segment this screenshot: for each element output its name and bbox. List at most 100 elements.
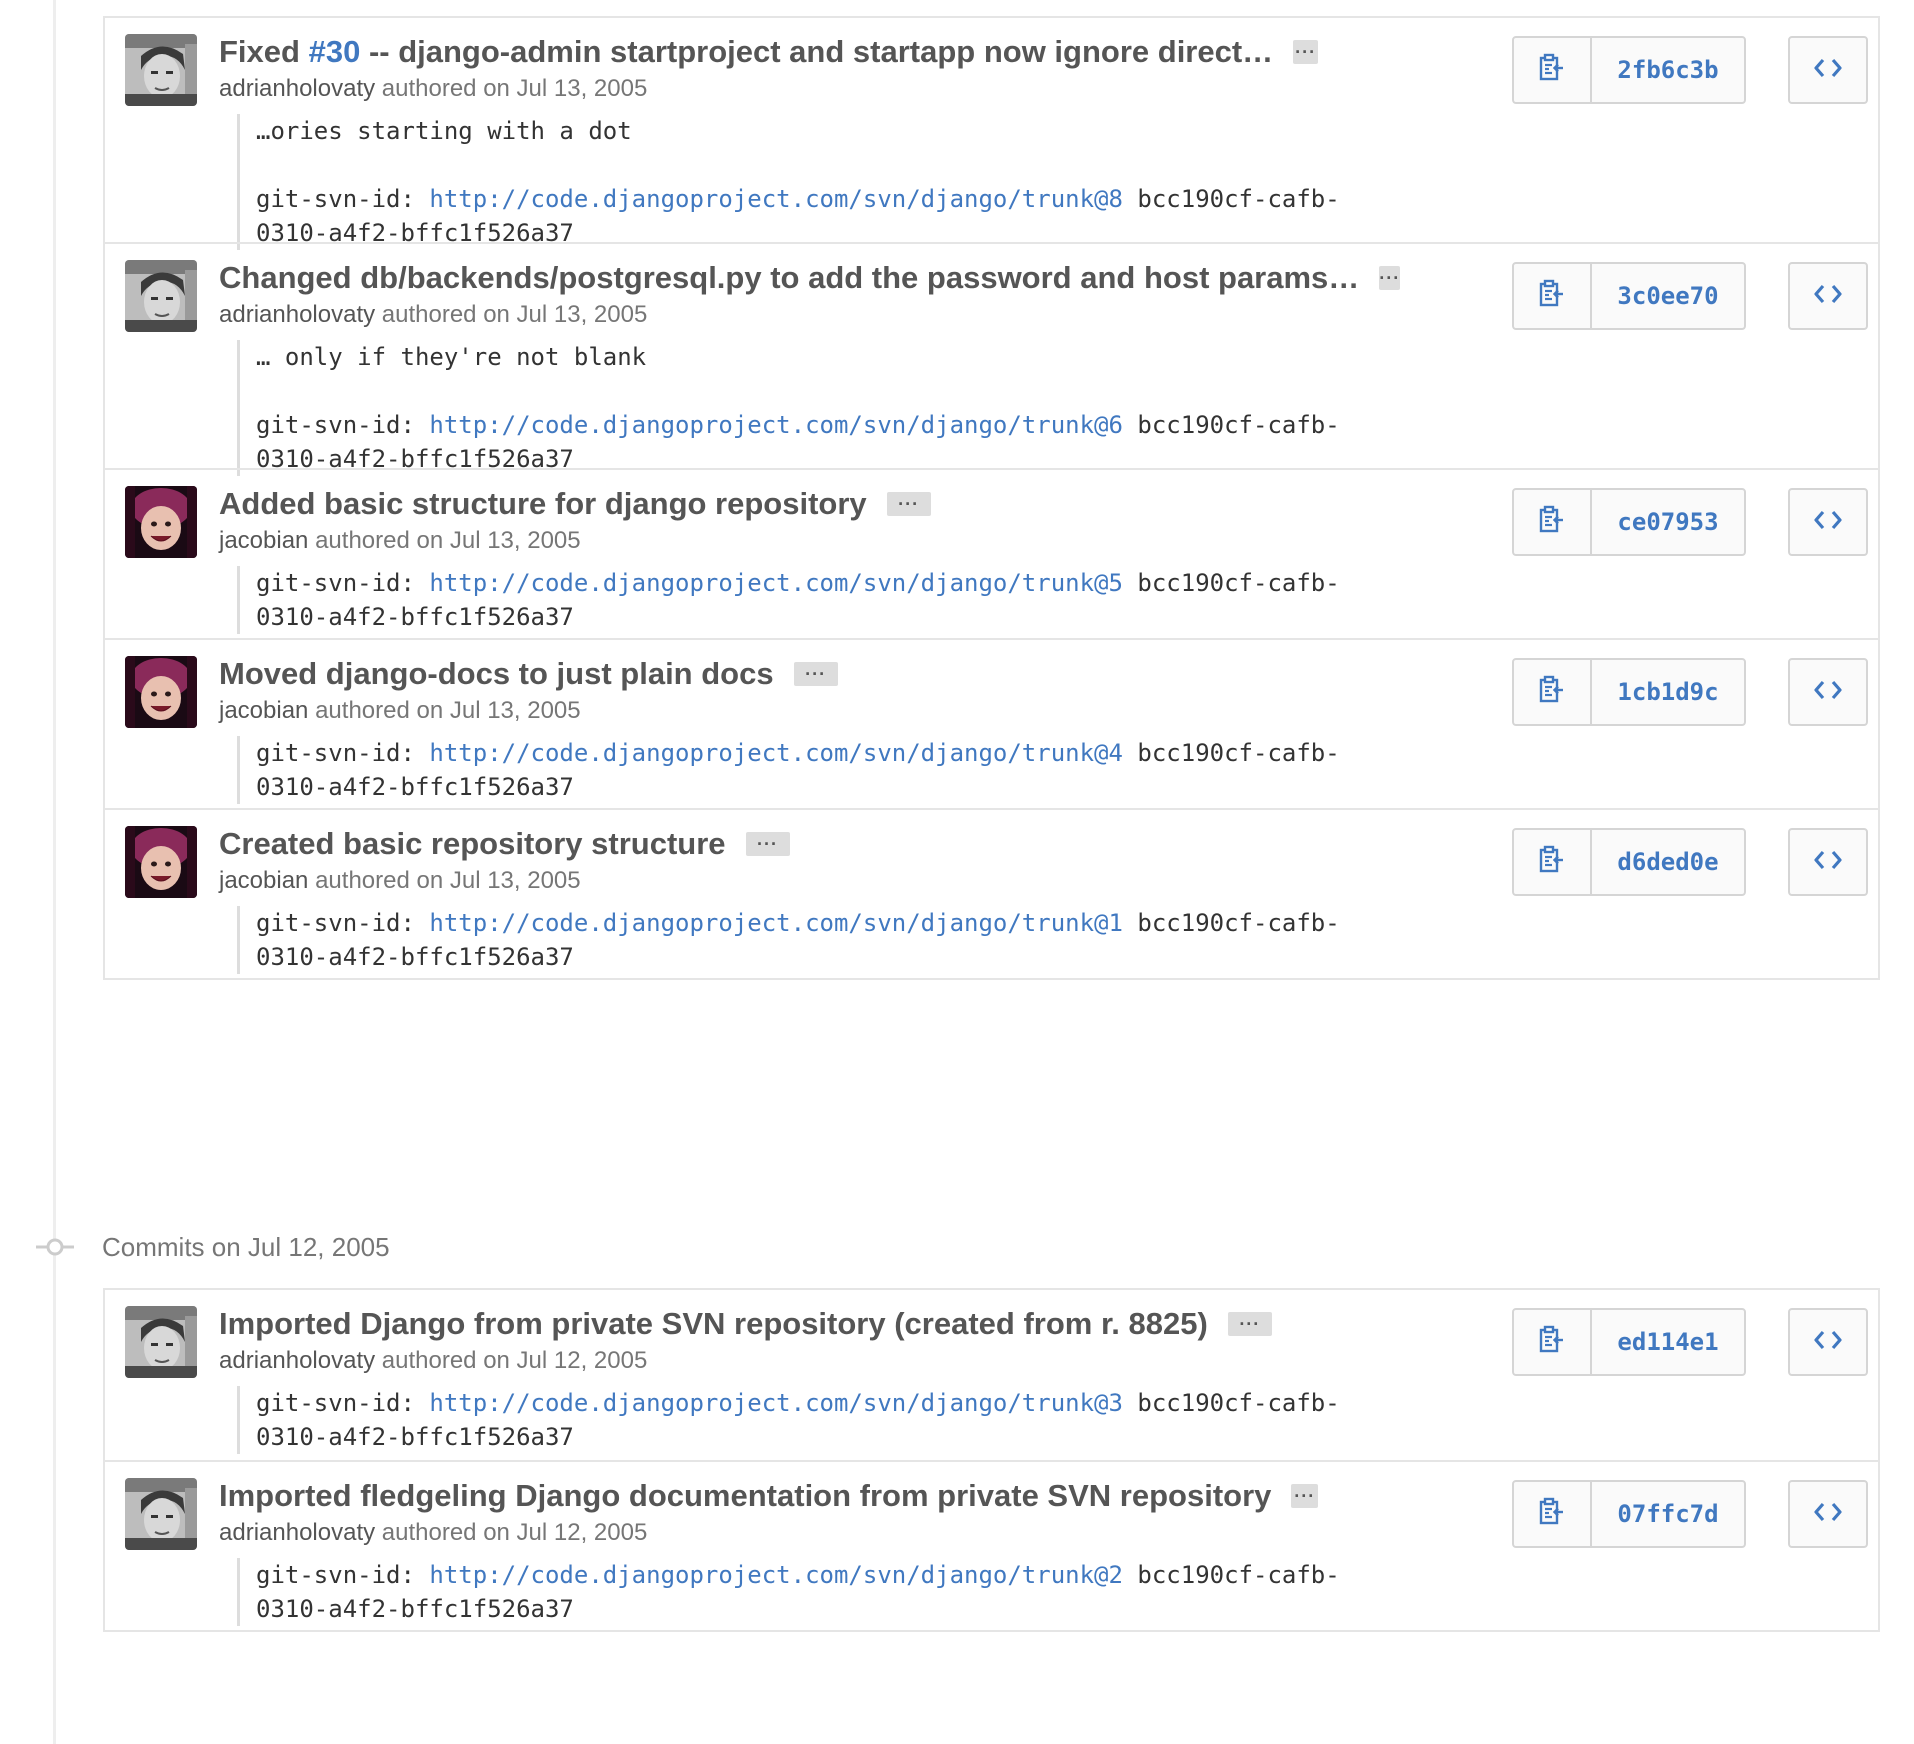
svn-url-link[interactable]: http://code.djangoproject.com/svn/django… [429, 739, 1123, 767]
expand-message-button[interactable]: ··· [793, 662, 838, 686]
commit-title-link[interactable]: Imported Django from private SVN reposit… [219, 1304, 1208, 1344]
commit-title[interactable]: Added basic structure for django reposit… [219, 486, 867, 521]
commit-title-link[interactable]: Added basic structure for django reposit… [219, 484, 867, 524]
author-name[interactable]: adrianholovaty [219, 1519, 375, 1546]
commit-title-link[interactable]: Created basic repository structure [219, 824, 726, 864]
svn-url-link[interactable]: http://code.djangoproject.com/svn/django… [429, 909, 1123, 937]
commit-group: Fixed #30 -- django-admin startproject a… [103, 16, 1880, 980]
expand-message-button[interactable]: ··· [1227, 1312, 1272, 1336]
copy-sha-button[interactable] [1514, 264, 1592, 328]
commit-main: Moved django-docs to just plain docs ···… [219, 654, 1340, 804]
sha-button-group: d6ded0e [1512, 828, 1746, 896]
copy-sha-button[interactable] [1514, 490, 1592, 554]
commit-title-link[interactable]: Moved django-docs to just plain docs [219, 654, 774, 694]
author-avatar[interactable] [125, 260, 197, 332]
commit-row: Created basic repository structure ··· j… [105, 808, 1878, 978]
commit-title-link[interactable]: Imported fledgeling Django documentation… [219, 1476, 1271, 1516]
browse-files-button[interactable] [1788, 262, 1868, 330]
svn-url-link[interactable]: http://code.djangoproject.com/svn/django… [429, 185, 1123, 213]
author-avatar[interactable] [125, 1306, 197, 1378]
commit-meta: adrianholovaty authored on Jul 12, 2005 [219, 1516, 1318, 1550]
svn-url-link[interactable]: http://code.djangoproject.com/svn/django… [429, 411, 1123, 439]
code-icon [1814, 283, 1842, 310]
commit-sha-link[interactable]: 07ffc7d [1592, 1482, 1744, 1546]
svn-id-label: git-svn-id: [256, 1561, 430, 1589]
commit-title[interactable]: Imported fledgeling Django documentation… [219, 1478, 1271, 1513]
commit-meta: adrianholovaty authored on Jul 12, 2005 [219, 1344, 1318, 1378]
code-icon [1814, 1501, 1842, 1528]
commit-meta: jacobian authored on Jul 13, 2005 [219, 864, 1318, 898]
browse-files-button[interactable] [1788, 1480, 1868, 1548]
commit-title[interactable]: Fixed [219, 34, 309, 69]
clipboard-icon [1537, 675, 1567, 710]
authored-date: authored on Jul 12, 2005 [375, 1519, 648, 1546]
expand-message-button[interactable]: ··· [1291, 1484, 1318, 1508]
author-avatar[interactable] [125, 656, 197, 728]
author-avatar[interactable] [125, 1478, 197, 1550]
author-name[interactable]: jacobian [219, 867, 308, 894]
commit-title-line: Fixed #30 -- django-admin startproject a… [219, 32, 1318, 72]
commit-sha-link[interactable]: ce07953 [1592, 490, 1744, 554]
author-name[interactable]: jacobian [219, 527, 308, 554]
author-name[interactable]: adrianholovaty [219, 301, 375, 328]
code-icon [1814, 679, 1842, 706]
browse-files-button[interactable] [1788, 828, 1868, 896]
browse-files-button[interactable] [1788, 488, 1868, 556]
expand-message-button[interactable]: ··· [886, 492, 931, 516]
commit-description: git-svn-id: http://code.djangoproject.co… [237, 1386, 1356, 1454]
sha-button-group: ce07953 [1512, 488, 1746, 556]
commit-title-rest[interactable]: -- django-admin startproject and startap… [360, 34, 1273, 69]
copy-sha-button[interactable] [1514, 1310, 1592, 1374]
authored-date: authored on Jul 13, 2005 [375, 301, 648, 328]
author-name[interactable]: adrianholovaty [219, 75, 375, 102]
svn-id-label: git-svn-id: [256, 739, 430, 767]
expand-message-button[interactable]: ··· [1293, 40, 1318, 64]
copy-sha-button[interactable] [1514, 1482, 1592, 1546]
commit-title[interactable]: Moved django-docs to just plain docs [219, 656, 774, 691]
commit-title-link[interactable]: Changed db/backends/postgresql.py to add… [219, 258, 1359, 298]
commit-row: Changed db/backends/postgresql.py to add… [105, 242, 1878, 476]
commit-title-line: Created basic repository structure ··· [219, 824, 1318, 864]
commit-sha-link[interactable]: ed114e1 [1592, 1310, 1744, 1374]
author-name[interactable]: jacobian [219, 697, 308, 724]
browse-files-button[interactable] [1788, 36, 1868, 104]
expand-message-button[interactable]: ··· [745, 832, 790, 856]
code-icon [1814, 509, 1842, 536]
author-avatar[interactable] [125, 34, 197, 106]
commit-sha-link[interactable]: d6ded0e [1592, 830, 1744, 894]
code-icon [1814, 1329, 1842, 1356]
author-avatar[interactable] [125, 826, 197, 898]
browse-files-button[interactable] [1788, 1308, 1868, 1376]
svn-url-link[interactable]: http://code.djangoproject.com/svn/django… [429, 1389, 1123, 1417]
issue-link[interactable]: #30 [309, 34, 361, 69]
commit-row: Imported Django from private SVN reposit… [105, 1290, 1878, 1460]
author-avatar[interactable] [125, 486, 197, 558]
commit-title[interactable]: Imported Django from private SVN reposit… [219, 1306, 1208, 1341]
author-name[interactable]: adrianholovaty [219, 1347, 375, 1374]
commit-title[interactable]: Created basic repository structure [219, 826, 726, 861]
commit-main: Imported fledgeling Django documentation… [219, 1476, 1340, 1626]
commit-sha-link[interactable]: 3c0ee70 [1592, 264, 1744, 328]
commit-row: Imported fledgeling Django documentation… [105, 1460, 1878, 1630]
date-label: Commits on Jul 12, 2005 [102, 1231, 390, 1262]
commit-title-link[interactable]: Fixed #30 -- django-admin startproject a… [219, 32, 1273, 72]
code-icon [1814, 57, 1842, 84]
browse-files-button[interactable] [1788, 658, 1868, 726]
date-header: Commits on Jul 12, 2005 [36, 1222, 390, 1272]
commit-sha-link[interactable]: 2fb6c3b [1592, 38, 1744, 102]
copy-sha-button[interactable] [1514, 38, 1592, 102]
timeline-line [53, 0, 56, 1744]
svn-id-label: git-svn-id: [256, 909, 430, 937]
commit-sha-link[interactable]: 1cb1d9c [1592, 660, 1744, 724]
svn-url-link[interactable]: http://code.djangoproject.com/svn/django… [429, 569, 1123, 597]
expand-message-button[interactable]: ··· [1379, 266, 1401, 290]
authored-date: authored on Jul 13, 2005 [308, 867, 581, 894]
commit-title[interactable]: Changed db/backends/postgresql.py to add… [219, 260, 1359, 295]
commit-row: Added basic structure for django reposit… [105, 468, 1878, 638]
clipboard-icon [1537, 53, 1567, 88]
copy-sha-button[interactable] [1514, 660, 1592, 724]
code-icon [1814, 849, 1842, 876]
copy-sha-button[interactable] [1514, 830, 1592, 894]
svn-url-link[interactable]: http://code.djangoproject.com/svn/django… [429, 1561, 1123, 1589]
commit-title-line: Added basic structure for django reposit… [219, 484, 1318, 524]
